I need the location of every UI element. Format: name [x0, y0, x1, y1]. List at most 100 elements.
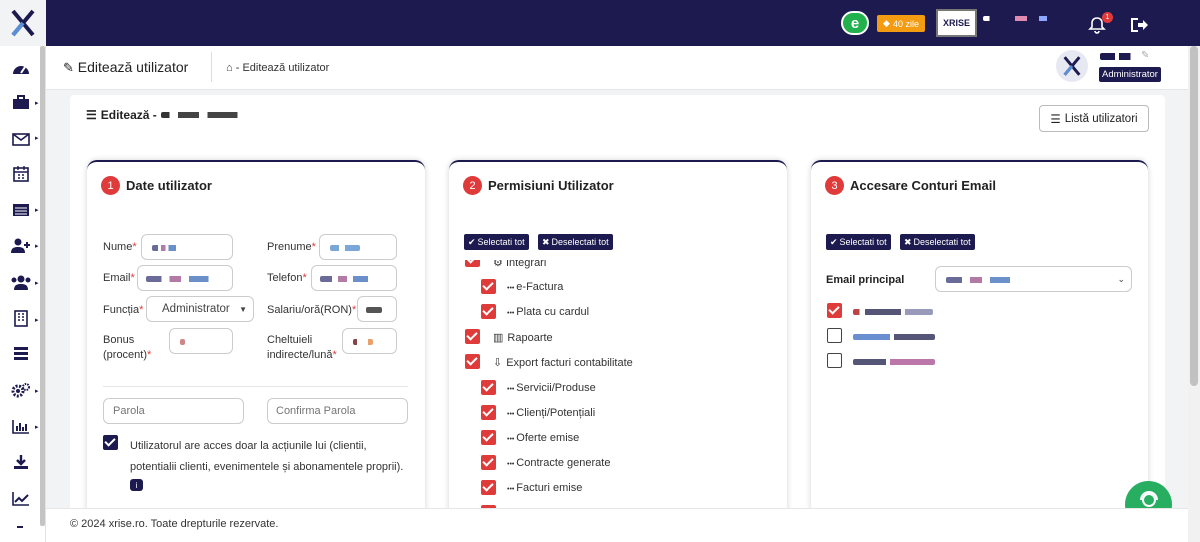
download-icon[interactable] [10, 453, 32, 471]
user-avatar[interactable] [1056, 50, 1088, 82]
salariu-input[interactable] [357, 296, 397, 322]
own-actions-only-checkbox[interactable] [103, 435, 118, 450]
permission-label: ••• e-Factura [507, 281, 564, 293]
cheltuieli-input[interactable] [342, 328, 397, 354]
edit-icon: ✎ [63, 60, 74, 75]
users-group-icon[interactable] [10, 273, 32, 291]
sidebar-scrollbar[interactable] [40, 46, 45, 526]
chevron-right-icon: ▸ [35, 424, 39, 431]
card-title: 3 Accesare Conturi Email [825, 176, 996, 195]
bar-chart-icon: ▥ [493, 332, 504, 344]
permission-label: ••• Servicii/Produse [507, 382, 596, 394]
logout-icon[interactable] [1129, 16, 1149, 34]
permission-label: ••• Facturi emise [507, 482, 583, 494]
info-icon[interactable]: i [130, 479, 143, 491]
deselect-all-button[interactable]: ✖ Deselectati tot [538, 234, 613, 250]
permission-checkbox[interactable] [481, 430, 496, 445]
calendar-icon[interactable] [10, 164, 32, 182]
page-scrollbar[interactable] [1188, 46, 1200, 542]
email-account-checkbox[interactable] [827, 353, 842, 368]
bonus-label: Bonus (procent)* [103, 334, 152, 361]
email-account-redacted [853, 334, 935, 340]
envelope-icon[interactable] [10, 130, 32, 148]
permissions-list[interactable]: ⚙ Integrari ••• e-Factura ••• Plata cu ca… [449, 260, 787, 520]
list-users-button[interactable]: ☰ Listă utilizatori [1039, 105, 1149, 132]
top-bar: e ◆ 40 zile XRISE 1 [0, 0, 1200, 46]
email-account-redacted [853, 309, 933, 315]
breadcrumb: ⌂ - Editează utilizator [226, 62, 329, 74]
check-icon: ✔ [468, 236, 476, 247]
integrari-checkbox[interactable] [465, 260, 480, 267]
edit-profile-icon[interactable]: ✎ [1141, 50, 1149, 61]
card-title: 2 Permisiuni Utilizator [463, 176, 614, 195]
briefcase-icon[interactable] [10, 93, 32, 111]
scrollbar-thumb[interactable] [1190, 46, 1198, 386]
line-chart-icon[interactable] [10, 489, 32, 507]
footer: © 2024 xrise.ro. Toate drepturile rezerv… [46, 508, 1188, 542]
prenume-label: Prenume* [267, 241, 316, 253]
permission-checkbox[interactable] [465, 354, 480, 369]
bar-chart-icon[interactable] [10, 417, 32, 435]
cheltuieli-label: Cheltuieli indirecte/lună* [267, 334, 337, 361]
download-icon: ⇩ [493, 357, 503, 369]
chevron-right-icon: ▸ [35, 135, 39, 142]
functia-select[interactable]: Administrator ▼ [146, 296, 254, 322]
server-icon[interactable] [10, 344, 32, 362]
permission-checkbox[interactable] [481, 304, 496, 319]
permission-label: ⇩ Export facturi contabilitate [493, 357, 633, 369]
permission-label: ••• Oferte emise [507, 432, 580, 444]
chevron-right-icon: ▸ [35, 388, 39, 395]
company-logo[interactable]: XRISE [936, 9, 977, 37]
app-logo[interactable] [0, 0, 46, 46]
indent-dots-icon: ••• [507, 386, 517, 393]
indent-dots-icon: ••• [507, 436, 517, 443]
permissions-card: 2 Permisiuni Utilizator ✔ Selectati tot ✖ D… [449, 160, 787, 520]
dashboard-icon[interactable] [10, 59, 32, 77]
page-header: ✎ Editează utilizator ⌂ - Editează utili… [46, 46, 1188, 90]
own-actions-only-label: Utilizatorul are acces doar la acțiunile… [130, 440, 404, 473]
email-label: Email* [103, 272, 135, 284]
permission-checkbox[interactable] [481, 279, 496, 294]
email-account-checkbox[interactable] [827, 328, 842, 343]
email-principal-select[interactable]: ⌄ [935, 266, 1132, 292]
evolution-logo-icon[interactable]: e [841, 11, 869, 35]
telefon-input[interactable] [311, 265, 397, 291]
indent-dots-icon: ••• [507, 285, 517, 292]
email-account-checkbox[interactable] [827, 303, 842, 318]
nume-input[interactable] [141, 234, 233, 260]
permission-checkbox[interactable] [481, 455, 496, 470]
password-input[interactable] [103, 398, 244, 424]
x-icon: ✖ [542, 236, 550, 247]
select-all-button[interactable]: ✔ Selectati tot [464, 234, 529, 250]
email-input[interactable] [137, 265, 233, 291]
bonus-input[interactable] [169, 328, 233, 354]
home-icon[interactable]: ⌂ [226, 62, 233, 74]
permission-checkbox[interactable] [481, 405, 496, 420]
salariu-label: Salariu/oră(RON)* [267, 304, 357, 316]
permission-checkbox[interactable] [481, 380, 496, 395]
settings-gears-icon[interactable] [10, 381, 32, 399]
indent-dots-icon: ••• [507, 411, 517, 418]
table-list-icon[interactable] [10, 201, 32, 219]
trial-days-badge[interactable]: ◆ 40 zile [877, 15, 925, 32]
add-user-icon[interactable] [10, 236, 32, 254]
deselect-all-button[interactable]: ✖ Deselectati tot [900, 234, 975, 250]
chevron-down-icon: ⌄ [1117, 273, 1125, 284]
content-heading: ☰ Editează - [86, 108, 246, 122]
user-data-card: 1 Date utilizator Nume* Prenume* Email* T… [87, 160, 425, 520]
caret-down-icon: ▼ [239, 304, 247, 314]
permission-checkbox[interactable] [465, 329, 480, 344]
integrari-label: ⚙ Integrari [493, 260, 546, 269]
confirm-password-input[interactable] [267, 398, 408, 424]
permission-checkbox[interactable] [481, 480, 496, 495]
email-account-redacted [853, 359, 935, 365]
functia-label: Funcția* [103, 304, 144, 316]
indent-dots-icon: ••• [507, 461, 517, 468]
select-all-button[interactable]: ✔ Selectati tot [826, 234, 891, 250]
partial-menu-icon[interactable] [17, 526, 23, 528]
permission-label: ••• Clienți/Potențiali [507, 407, 596, 419]
notification-count-badge: 1 [1102, 12, 1113, 23]
prenume-input[interactable] [319, 234, 397, 260]
permission-label: ••• Plata cu cardul [507, 306, 590, 318]
building-icon[interactable] [10, 309, 32, 327]
